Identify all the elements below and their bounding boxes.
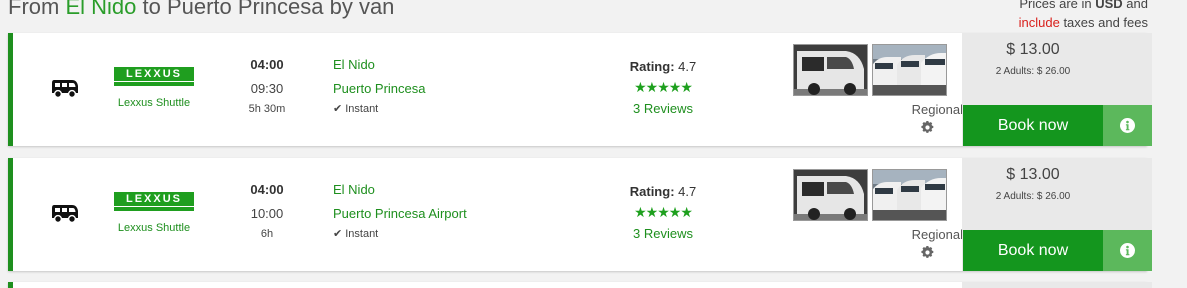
booking-type: ✔ Instant (333, 102, 593, 117)
rating: Rating: 4.7 ★★★★★ 3 Reviews (613, 58, 713, 117)
reviews-link[interactable]: 3 Reviews (613, 100, 713, 117)
stations: El Nido Puerto Princesa Airport ✔ Instant (333, 181, 593, 242)
gear-icon[interactable] (921, 121, 934, 134)
price-note: Prices are in USD and include taxes and … (1019, 0, 1148, 32)
operator-logo: LEXXUS (114, 67, 194, 86)
price-panel: $ 13.00 2 Adults: $ 26.00 Book now (962, 33, 1152, 146)
operator-name: Lexxus Shuttle (117, 222, 191, 234)
title-to-prefix: to (136, 0, 167, 19)
book-now-button[interactable]: Book now (963, 230, 1103, 271)
star-rating-icon: ★★★★★ (634, 204, 693, 220)
from-station-link[interactable]: El Nido (333, 181, 593, 198)
rating-value: 4.7 (678, 184, 697, 199)
check-icon: ✔ (333, 228, 343, 240)
vehicle-photo[interactable] (793, 44, 868, 96)
to-station-link[interactable]: Puerto Princesa Airport (333, 205, 593, 222)
booking-type-label: Instant (345, 228, 379, 240)
title-from-city: El Nido (65, 0, 137, 19)
result-card[interactable]: LEXXUS Lexxus Shuttle 04:00 09:30 5h 30m… (8, 33, 1152, 146)
price-panel: $ 13.00 2 Adults: $ 26.00 Book now (962, 158, 1152, 271)
trip-duration: 5h 30m (248, 103, 286, 115)
rating-line: Rating: 4.7 (613, 58, 713, 75)
from-station-link[interactable]: El Nido (333, 56, 593, 73)
operator: LEXXUS Lexxus Shuttle (111, 67, 197, 109)
page-title: From El Nido to Puerto Princesa by van (8, 0, 394, 20)
arrival-time: 09:30 (250, 81, 284, 96)
van-icon (52, 205, 78, 224)
operator-logo-stripe (114, 206, 194, 207)
title-to-city: Puerto Princesa (166, 0, 324, 19)
info-button[interactable] (1103, 105, 1152, 146)
price-note-line1: Prices are in USD and (1019, 0, 1148, 13)
info-icon (1120, 243, 1135, 258)
result-card[interactable]: LEXXUS Lexxus Shuttle 04:00 10:00 6h El … (8, 158, 1152, 271)
trip-times: 04:00 10:00 6h (235, 181, 299, 242)
operator-logo-text: LEXXUS (125, 193, 182, 205)
vehicle-photo[interactable] (872, 44, 947, 96)
adults-price: 2 Adults: $ 26.00 (995, 191, 1071, 202)
arrival-time: 10:00 (250, 206, 284, 221)
trip-duration: 6h (260, 228, 274, 240)
booking-type: ✔ Instant (333, 227, 593, 242)
result-card[interactable] (8, 282, 1152, 288)
operator-name: Lexxus Shuttle (117, 97, 191, 109)
departure-time: 04:00 (250, 57, 284, 72)
adults-price: 2 Adults: $ 26.00 (995, 66, 1071, 77)
trip-times: 04:00 09:30 5h 30m (235, 56, 299, 117)
title-suffix: by van (323, 0, 395, 19)
departure-time: 04:00 (250, 182, 284, 197)
title-from-prefix: From (8, 0, 66, 19)
operator: LEXXUS Lexxus Shuttle (111, 192, 197, 234)
star-rating-icon: ★★★★★ (634, 79, 693, 95)
operator-logo-text: LEXXUS (125, 68, 182, 80)
price-note-line2: include taxes and fees (1019, 13, 1148, 32)
vehicle-class: Regional (911, 102, 963, 117)
operator-logo: LEXXUS (114, 192, 194, 211)
price-note-and: and (1122, 0, 1148, 11)
price-note-currency: USD (1095, 0, 1123, 11)
check-icon: ✔ (333, 103, 343, 115)
rating-value: 4.7 (678, 59, 697, 74)
gear-icon[interactable] (921, 246, 934, 259)
price-note-prefix: Prices are in (1019, 0, 1096, 11)
vehicle-photo[interactable] (872, 169, 947, 221)
operator-logo-stripe (114, 81, 194, 82)
info-icon (1120, 118, 1135, 133)
stations: El Nido Puerto Princesa ✔ Instant (333, 56, 593, 117)
price-note-include: include (1018, 15, 1060, 30)
page-header: From El Nido to Puerto Princesa by van P… (0, 0, 1187, 34)
van-icon (52, 80, 78, 99)
price: $ 13.00 (1006, 166, 1060, 183)
rating: Rating: 4.7 ★★★★★ 3 Reviews (613, 183, 713, 242)
booking-type-label: Instant (345, 103, 379, 115)
rating-line: Rating: 4.7 (613, 183, 713, 200)
price-note-taxes: taxes and fees (1059, 15, 1148, 30)
info-button[interactable] (1103, 230, 1152, 271)
book-now-button[interactable]: Book now (963, 105, 1103, 146)
vehicle-photo[interactable] (793, 169, 868, 221)
vehicle-class: Regional (911, 227, 963, 242)
to-station-link[interactable]: Puerto Princesa (333, 80, 593, 97)
rating-label: Rating: (629, 184, 675, 199)
rating-label: Rating: (629, 59, 675, 74)
reviews-link[interactable]: 3 Reviews (613, 225, 713, 242)
price: $ 13.00 (1006, 41, 1060, 58)
price-panel (962, 282, 1152, 288)
